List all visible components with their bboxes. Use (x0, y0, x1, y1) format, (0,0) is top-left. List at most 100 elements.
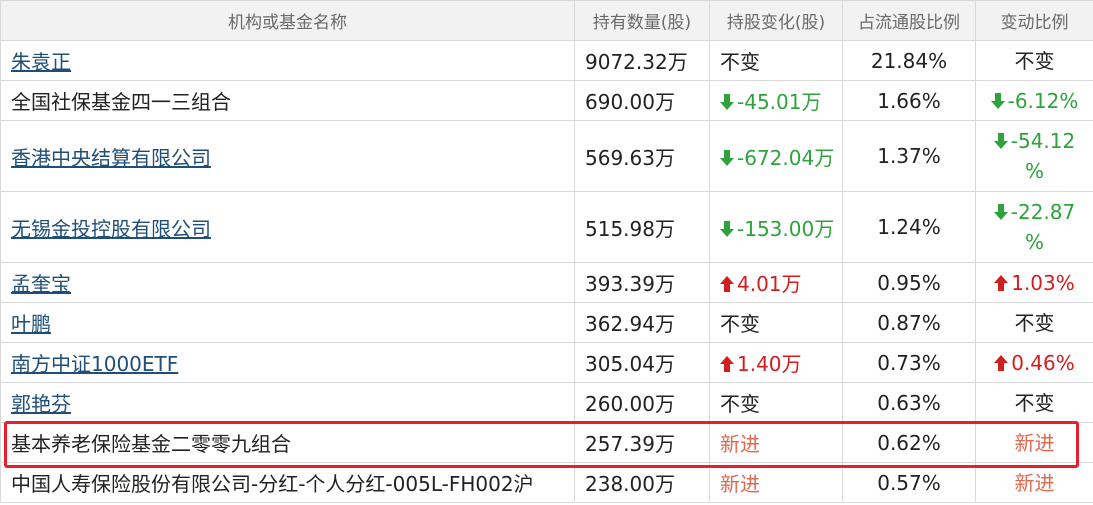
arrow-down-icon (720, 149, 734, 167)
holding-quantity: 362.94万 (574, 302, 710, 343)
holder-name: 中国人寿保险股份有限公司-分红-个人分红-005L-FH002沪 (11, 472, 534, 496)
table-row: 孟奎宝 393.39万 4.01万 0.95% 1.03% (0, 262, 1093, 303)
holding-change: 4.01万 (709, 262, 843, 303)
float-share-ratio: 0.87% (842, 302, 976, 343)
holding-change-value: 1.40万 (737, 352, 802, 376)
shareholders-table: 机构或基金名称 持有数量(股) 持股变化(股) 占流通股比例 变动比例 朱袁正 9… (0, 0, 1093, 503)
variation-ratio-value: 新进 (1014, 470, 1055, 495)
variation-ratio: 1.03% (975, 262, 1093, 303)
table-row: 叶鹏 362.94万 不变 0.87% 不变 (0, 302, 1093, 343)
table-row: 无锡金投控股有限公司 515.98万 -153.00万 1.24% -22.87% (0, 191, 1093, 263)
holding-quantity: 515.98万 (574, 191, 710, 263)
variation-ratio-value: -6.12% (1007, 88, 1079, 113)
holding-change: 1.40万 (709, 342, 843, 383)
holder-name: 基本养老保险基金二零零九组合 (11, 432, 291, 456)
header-name: 机构或基金名称 (0, 0, 575, 41)
holder-name: 全国社保基金四一三组合 (11, 90, 231, 114)
holding-change-value: 不变 (720, 312, 760, 336)
variation-ratio: 不变 (975, 382, 1093, 423)
table-header-row: 机构或基金名称 持有数量(股) 持股变化(股) 占流通股比例 变动比例 (0, 0, 1093, 41)
holding-change-value: 新进 (720, 432, 760, 456)
table-row: 郭艳芬 260.00万 不变 0.63% 不变 (0, 382, 1093, 423)
holding-change: -45.01万 (709, 80, 843, 121)
float-share-ratio: 0.95% (842, 262, 976, 303)
holding-change-value: 新进 (720, 472, 760, 496)
header-quantity: 持有数量(股) (574, 0, 710, 41)
table-row: 全国社保基金四一三组合 690.00万 -45.01万 1.66% -6.12% (0, 80, 1093, 121)
arrow-up-icon (994, 274, 1009, 292)
table-row: 朱袁正 9072.32万 不变 21.84% 不变 (0, 40, 1093, 81)
holding-quantity: 257.39万 (574, 422, 710, 463)
holding-quantity: 260.00万 (574, 382, 710, 423)
arrow-up-icon (720, 275, 734, 293)
holder-name-link[interactable]: 无锡金投控股有限公司 (11, 217, 211, 241)
arrow-down-icon (993, 132, 1008, 150)
holding-change-value: 不变 (720, 50, 760, 74)
table-row: 南方中证1000ETF 305.04万 1.40万 0.73% 0.46% (0, 342, 1093, 383)
float-share-ratio: 0.62% (842, 422, 976, 463)
float-share-ratio: 0.57% (842, 462, 976, 503)
holding-change-value: 不变 (720, 392, 760, 416)
holder-name-cell: 基本养老保险基金二零零九组合 (0, 422, 575, 463)
table-row: 中国人寿保险股份有限公司-分红-个人分红-005L-FH002沪 238.00万新… (0, 462, 1093, 503)
header-ratio: 占流通股比例 (842, 0, 976, 41)
holder-name-cell: 全国社保基金四一三组合 (0, 80, 575, 121)
variation-ratio-value: 新进 (1014, 430, 1055, 455)
holder-name-link[interactable]: 郭艳芬 (11, 392, 71, 416)
holding-change-value: -672.04万 (737, 145, 835, 170)
variation-ratio-value: 不变 (1014, 48, 1055, 73)
holding-change: -153.00万 (709, 191, 843, 263)
holding-change-value: -153.00万 (737, 216, 835, 241)
holder-name-link[interactable]: 叶鹏 (11, 312, 51, 336)
float-share-ratio: 1.37% (842, 120, 976, 192)
holder-name-cell: 叶鹏 (0, 302, 575, 343)
holding-change: 不变 (709, 382, 843, 423)
arrow-down-icon (720, 93, 734, 111)
variation-ratio-value: -54.12% (1010, 129, 1076, 183)
variation-ratio: -6.12% (975, 80, 1093, 121)
holders-panel: 机构或基金名称 持有数量(股) 持股变化(股) 占流通股比例 变动比例 朱袁正 9… (0, 0, 1093, 505)
holding-change: 不变 (709, 40, 843, 81)
holder-name-link[interactable]: 朱袁正 (11, 50, 71, 74)
table-row: 香港中央结算有限公司 569.63万 -672.04万 1.37% -54.12% (0, 120, 1093, 192)
variation-ratio: -22.87% (975, 191, 1093, 263)
holding-change-value: -45.01万 (737, 90, 822, 114)
holder-name-cell: 朱袁正 (0, 40, 575, 81)
holder-name-cell: 郭艳芬 (0, 382, 575, 423)
header-variation: 变动比例 (975, 0, 1093, 41)
holding-change-value: 4.01万 (737, 272, 802, 296)
arrow-down-icon (990, 92, 1005, 110)
variation-ratio-value: 不变 (1014, 310, 1055, 335)
arrow-up-icon (994, 354, 1009, 372)
variation-ratio-value: 不变 (1014, 390, 1055, 415)
variation-ratio-value: 0.46% (1011, 350, 1075, 375)
holding-quantity: 569.63万 (574, 120, 710, 192)
holder-name-link[interactable]: 孟奎宝 (11, 272, 71, 296)
variation-ratio: 0.46% (975, 342, 1093, 383)
holder-name-cell: 孟奎宝 (0, 262, 575, 303)
table-body: 朱袁正 9072.32万 不变 21.84% 不变 全国社保基金四一三组合 690.00万 -… (0, 40, 1093, 503)
arrow-up-icon (720, 355, 734, 373)
arrow-down-icon (993, 203, 1008, 221)
float-share-ratio: 1.24% (842, 191, 976, 263)
float-share-ratio: 1.66% (842, 80, 976, 121)
holding-change: 新进 (709, 422, 843, 463)
holding-change: 新进 (709, 462, 843, 503)
float-share-ratio: 21.84% (842, 40, 976, 81)
holding-quantity: 9072.32万 (574, 40, 710, 81)
holding-change: -672.04万 (709, 120, 843, 192)
variation-ratio: -54.12% (975, 120, 1093, 192)
table-row: 基本养老保险基金二零零九组合 257.39万 新进 0.62% 新进 (0, 422, 1093, 463)
holder-name-cell: 南方中证1000ETF (0, 342, 575, 383)
holding-quantity: 238.00万 (574, 462, 710, 503)
variation-ratio: 不变 (975, 40, 1093, 81)
header-change: 持股变化(股) (709, 0, 843, 41)
holder-name-link[interactable]: 香港中央结算有限公司 (11, 146, 211, 170)
variation-ratio-value: -22.87% (1010, 200, 1076, 254)
variation-ratio: 新进 (975, 462, 1093, 503)
variation-ratio: 新进 (975, 422, 1093, 463)
holding-quantity: 690.00万 (574, 80, 710, 121)
holder-name-cell: 中国人寿保险股份有限公司-分红-个人分红-005L-FH002沪 (0, 462, 575, 503)
float-share-ratio: 0.73% (842, 342, 976, 383)
holder-name-link[interactable]: 南方中证1000ETF (11, 352, 178, 376)
